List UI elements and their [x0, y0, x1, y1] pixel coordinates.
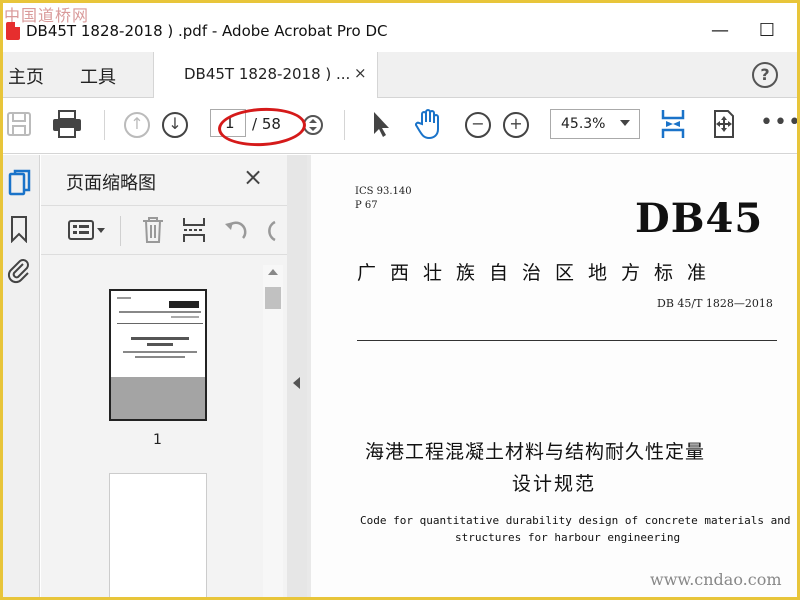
thumbnail-list: 1 [41, 265, 263, 600]
next-page-icon[interactable]: ↓ [162, 112, 188, 138]
tab-bar: 主页 工具 DB45T 1828-2018 ) ... × [0, 52, 800, 98]
left-navigation-rail [0, 155, 40, 600]
bookmark-icon[interactable] [9, 215, 29, 243]
page-thumbnails-icon[interactable] [7, 169, 33, 197]
p-code-line: P 67 [355, 200, 378, 211]
delete-page-icon[interactable] [141, 216, 165, 244]
document-view[interactable]: ICS 93.140 P 67 DB45 广西壮族自治区地方标准 DB 45/T… [307, 155, 800, 600]
panel-toolbar [41, 205, 287, 255]
window-title: DB45T 1828-2018 ) .pdf - Adobe Acrobat P… [26, 22, 388, 40]
scrollbar-thumb[interactable] [265, 287, 281, 309]
attachment-icon[interactable] [6, 257, 32, 285]
title-cn-line-2: 设计规范 [512, 473, 597, 495]
title-bar: 中国道桥网 DB45T 1828-2018 ) .pdf - Adobe Acr… [0, 0, 800, 52]
header-rule [357, 340, 777, 341]
title-en-line-1: Code for quantitative durability design … [360, 514, 791, 527]
select-cursor-icon[interactable] [370, 110, 392, 138]
hand-tool-icon[interactable] [414, 108, 444, 140]
fit-page-icon[interactable] [660, 108, 686, 140]
thumbnail-page-number: 1 [153, 432, 162, 448]
toolbar-divider [104, 110, 105, 140]
watermark-bottom: www.cndao.com [650, 570, 782, 589]
panel-splitter[interactable] [287, 155, 307, 600]
standard-number: DB 45/T 1828—2018 [657, 297, 773, 310]
title-en-line-2: structures for harbour engineering [455, 531, 681, 544]
maximize-button[interactable]: ☐ [757, 20, 777, 41]
full-screen-icon[interactable] [710, 109, 738, 139]
title-cn-line-1: 海港工程混凝土材料与结构耐久性定量 [365, 441, 706, 463]
tab-close-icon[interactable]: × [354, 64, 367, 82]
thumbnail-scrollbar[interactable] [263, 265, 283, 600]
more-options-icon[interactable]: ••• [760, 110, 800, 135]
tab-document-label: DB45T 1828-2018 ) ... [184, 65, 351, 83]
db-code: DB45 [635, 195, 764, 242]
page-shadow [307, 155, 311, 600]
thumbnail-options-icon[interactable] [67, 219, 107, 243]
print-icon[interactable] [52, 110, 82, 138]
insert-page-icon[interactable] [181, 216, 207, 244]
thumbnail-preview [117, 297, 203, 358]
main-toolbar: ↑ ↓ 1 / 58 − + 45.3% ••• [0, 98, 800, 154]
toolbar-divider [344, 110, 345, 140]
thumbnail-bottom-shade [111, 377, 205, 419]
zoom-out-icon[interactable]: − [465, 112, 491, 138]
rotate-clockwise-icon[interactable] [263, 218, 277, 244]
panel-title: 页面缩略图 [66, 173, 156, 194]
chevron-down-icon [620, 120, 630, 126]
tab-tools[interactable]: 工具 [80, 63, 116, 89]
acrobat-app-icon [6, 22, 20, 40]
collapse-panel-icon[interactable] [293, 377, 300, 389]
page-thumbnail-1[interactable] [109, 289, 207, 421]
tab-home[interactable]: 主页 [8, 63, 44, 89]
save-icon[interactable] [6, 111, 32, 137]
page-thumbnail-2[interactable] [109, 473, 207, 600]
ics-code: ICS 93.140 P 67 [355, 185, 412, 213]
ics-line: ICS 93.140 [355, 186, 412, 197]
tab-document[interactable]: DB45T 1828-2018 ) ... × [153, 52, 378, 98]
help-button[interactable]: ? [752, 62, 778, 88]
standard-name: 广西壮族自治区地方标准 [357, 262, 721, 284]
panel-toolbar-divider [120, 216, 121, 246]
scroll-up-icon[interactable] [268, 269, 278, 275]
zoom-in-icon[interactable]: + [503, 112, 529, 138]
minimize-button[interactable]: — [710, 20, 730, 41]
thumbnails-panel: 页面缩略图 × 1 [41, 155, 287, 600]
rotate-counterclockwise-icon[interactable] [223, 218, 249, 244]
panel-close-icon[interactable]: × [243, 163, 263, 191]
previous-page-icon[interactable]: ↑ [124, 112, 150, 138]
